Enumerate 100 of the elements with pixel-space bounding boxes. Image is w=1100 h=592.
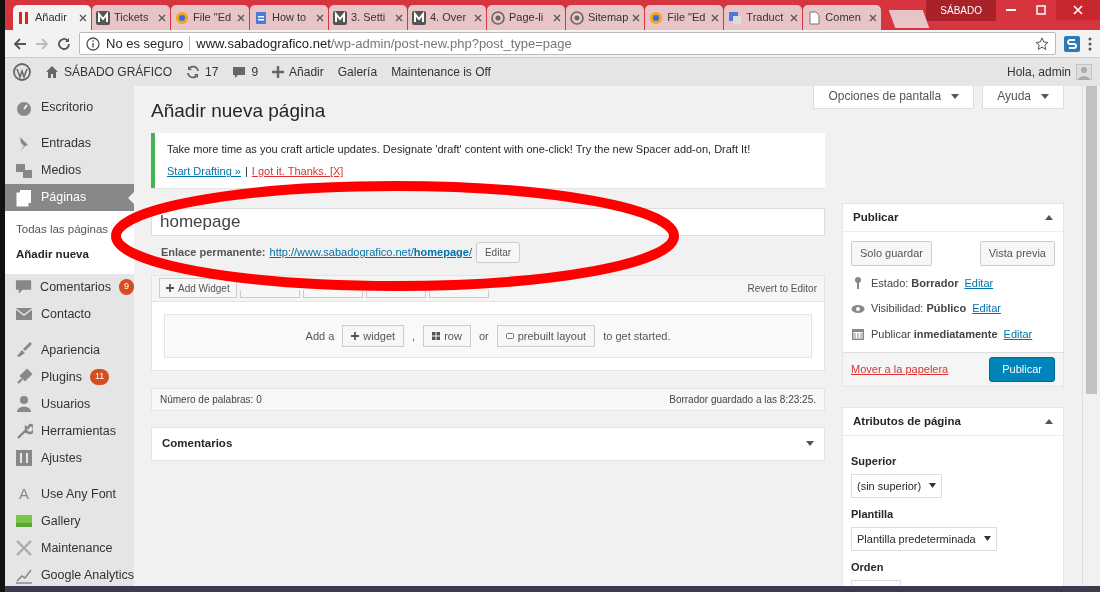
sidebar-menu-item[interactable]: Comentarios 9 bbox=[5, 273, 134, 301]
browser-tab[interactable]: Sitemap bbox=[566, 5, 645, 30]
new-tab-button[interactable] bbox=[889, 10, 930, 28]
wordpress-logo-icon[interactable] bbox=[13, 63, 31, 81]
sidebar-menu-item[interactable]: Entradas bbox=[5, 130, 134, 157]
browser-tab[interactable]: 4. Over bbox=[408, 5, 486, 30]
comment-icon bbox=[232, 65, 247, 79]
close-icon[interactable] bbox=[474, 13, 482, 22]
sidebar-menu-item[interactable]: Maintenance bbox=[5, 534, 134, 562]
zigzag-logo-icon bbox=[96, 10, 110, 25]
caret-icon bbox=[1045, 215, 1053, 221]
sidebar-menu-item[interactable]: Usuarios bbox=[5, 390, 134, 418]
submenu-item[interactable]: Todas las páginas bbox=[5, 217, 134, 243]
close-icon[interactable] bbox=[316, 13, 324, 22]
admin-bar-link[interactable]: Galería bbox=[337, 63, 378, 81]
address-bar[interactable]: No es seguro www.sabadografico.net/wp-admin/post-new.php?post_type=page bbox=[79, 32, 1056, 55]
title-field[interactable]: homepage bbox=[151, 207, 825, 236]
close-icon[interactable] bbox=[158, 13, 166, 22]
sidebar-menu-item[interactable]: Apariencia bbox=[5, 336, 134, 364]
browser-tab[interactable]: Añadir bbox=[13, 5, 91, 30]
add-layout-button[interactable]: prebuilt layout bbox=[496, 324, 596, 348]
updates-link[interactable]: 17 bbox=[186, 63, 219, 81]
close-window-button[interactable] bbox=[1056, 0, 1100, 20]
toolbar-button[interactable] bbox=[428, 289, 489, 298]
page-icon bbox=[807, 10, 822, 25]
browser-tab[interactable]: Tickets bbox=[92, 5, 170, 30]
trash-link[interactable]: Mover a la papelera bbox=[851, 361, 949, 378]
browser-tab[interactable]: File "Ed bbox=[171, 5, 249, 30]
help-button[interactable]: Ayuda bbox=[982, 86, 1064, 109]
select-field[interactable]: Plantilla predeterminada bbox=[851, 526, 997, 551]
plus-icon bbox=[272, 66, 285, 78]
close-icon[interactable] bbox=[632, 13, 641, 22]
submenu-item[interactable]: Añadir nueva bbox=[5, 242, 134, 268]
publish-button[interactable]: Publicar bbox=[989, 357, 1055, 382]
new-content-link[interactable]: Añadir bbox=[272, 63, 324, 81]
sidebar-menu-item[interactable]: Ajustes bbox=[5, 444, 134, 472]
edit-link[interactable]: Editar bbox=[1003, 325, 1033, 343]
screen-options-button[interactable]: Opciones de pantalla bbox=[813, 86, 975, 109]
browser-tab[interactable]: How to bbox=[250, 5, 328, 30]
save-draft-button[interactable]: Solo guardar bbox=[851, 241, 932, 266]
select-field[interactable]: (sin superior) bbox=[851, 473, 943, 498]
revert-to-editor-link[interactable]: Revert to Editor bbox=[747, 280, 817, 296]
close-icon[interactable] bbox=[237, 13, 245, 22]
dismiss-link[interactable]: I got it. Thanks. [X] bbox=[251, 163, 344, 180]
close-icon[interactable] bbox=[395, 13, 403, 22]
browser-tab[interactable]: Traduct bbox=[724, 5, 803, 30]
site-name-link[interactable]: SÁBADO GRÁFICO bbox=[45, 63, 173, 81]
browser-tab[interactable]: Comen bbox=[803, 5, 882, 30]
more-menu-icon[interactable] bbox=[1088, 36, 1092, 51]
edit-link[interactable]: Editar bbox=[964, 274, 994, 292]
url-text: www.sabadografico.net/wp-admin/post-new.php?post_type=page bbox=[196, 34, 572, 53]
star-icon[interactable] bbox=[1035, 36, 1049, 51]
count-badge: 11 bbox=[90, 369, 110, 385]
add-row-button[interactable]: row bbox=[423, 324, 471, 348]
preview-button[interactable]: Vista previa bbox=[979, 241, 1055, 266]
panel-title: Atributos de página bbox=[853, 413, 961, 429]
sidebar-menu-item[interactable]: Medios bbox=[5, 157, 134, 184]
close-icon[interactable] bbox=[553, 13, 561, 22]
browser-tab[interactable]: Page-li bbox=[487, 5, 565, 30]
admin-bar-link[interactable]: Maintenance is Off bbox=[391, 63, 491, 81]
browser-tab[interactable]: 3. Setti bbox=[329, 5, 407, 30]
scrollbar[interactable] bbox=[1082, 86, 1100, 586]
restore-icon bbox=[1036, 5, 1046, 15]
comment-icon bbox=[15, 278, 33, 296]
reload-icon[interactable] bbox=[57, 36, 71, 51]
permalink-link[interactable]: http://www.sabadografico.net/homepage/ bbox=[269, 244, 472, 261]
sidebar-menu-item[interactable]: Plugins 11 bbox=[5, 363, 134, 391]
zigzag-logo-icon bbox=[333, 10, 347, 25]
sidebar-menu-item[interactable]: Google Analytics bbox=[5, 561, 134, 586]
edit-permalink-button[interactable]: Editar bbox=[475, 241, 521, 263]
sidebar-menu-item[interactable]: Contacto bbox=[5, 300, 134, 328]
gallery-icon bbox=[15, 512, 33, 530]
minimize-icon bbox=[1006, 9, 1016, 11]
page-heading: Añadir nueva página bbox=[151, 100, 327, 123]
sidebar-menu-item[interactable]: Páginas bbox=[5, 184, 134, 211]
toolbar-button[interactable] bbox=[365, 289, 426, 298]
add-widget-button[interactable]: Add Widget bbox=[159, 278, 237, 299]
close-icon[interactable] bbox=[711, 13, 720, 22]
refresh-icon bbox=[186, 65, 201, 79]
prompt-text: or bbox=[478, 328, 489, 344]
browser-tab[interactable]: File "Ed bbox=[645, 5, 724, 30]
add-widget-button[interactable]: widget bbox=[342, 324, 405, 348]
sidebar-menu-item[interactable]: Gallery bbox=[5, 507, 134, 535]
caret-icon bbox=[1045, 418, 1053, 424]
account-link[interactable]: Hola, admin bbox=[1006, 63, 1092, 81]
toolbar-button[interactable] bbox=[302, 289, 363, 298]
start-drafting-link[interactable]: Start Drafting » bbox=[167, 163, 241, 180]
edit-link[interactable]: Editar bbox=[972, 300, 1001, 317]
extension-icon[interactable] bbox=[1064, 35, 1080, 52]
sidebar-menu-item[interactable]: A Use Any Font bbox=[5, 480, 134, 508]
sidebar-menu-item[interactable]: Escritorio bbox=[5, 94, 134, 121]
comments-link[interactable]: 9 bbox=[232, 63, 259, 81]
back-icon[interactable] bbox=[13, 36, 27, 51]
field-label: Plantilla bbox=[851, 507, 895, 522]
user-icon bbox=[15, 395, 33, 413]
close-icon[interactable] bbox=[790, 13, 799, 22]
close-icon[interactable] bbox=[79, 13, 87, 22]
sidebar-menu-item[interactable]: Herramientas bbox=[5, 417, 134, 445]
caret-icon bbox=[951, 93, 960, 99]
close-icon[interactable] bbox=[869, 13, 878, 22]
